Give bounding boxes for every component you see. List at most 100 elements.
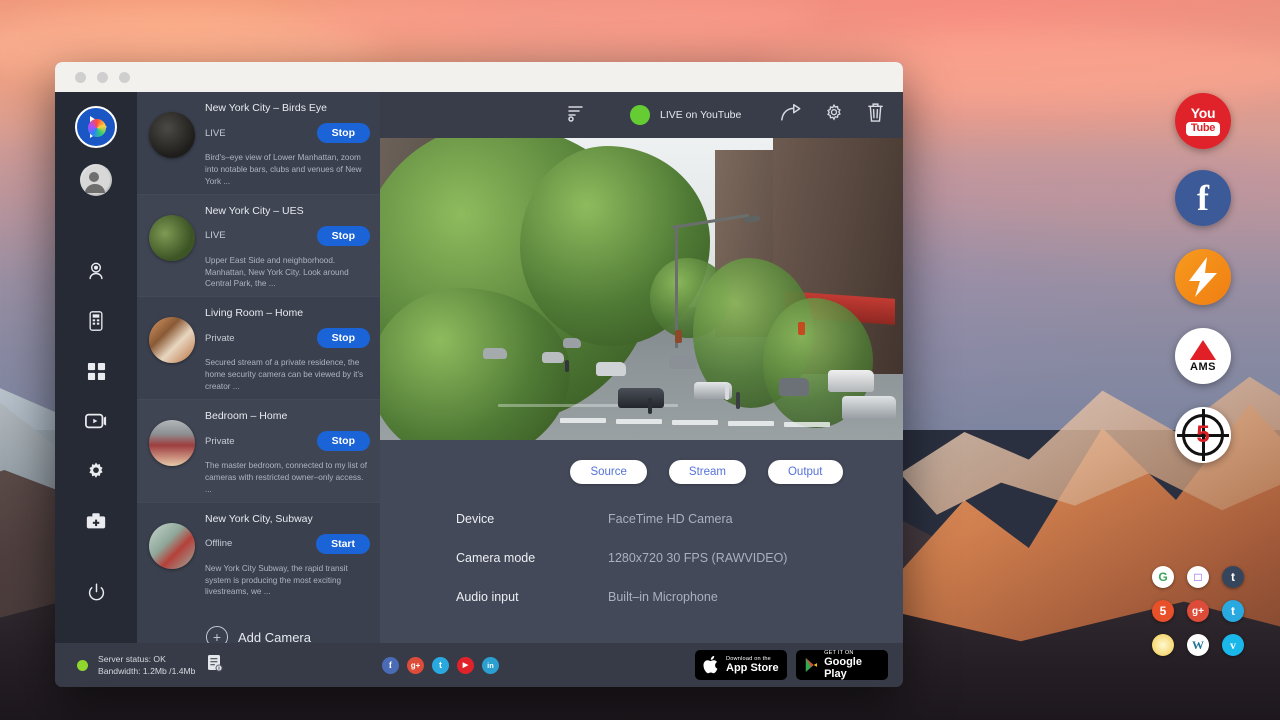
live-indicator-dot bbox=[630, 105, 650, 125]
mini-icon-twitch[interactable]: □ bbox=[1187, 566, 1209, 588]
info-row-audio-input: Audio input Built–in Microphone bbox=[456, 590, 903, 604]
sidebar-item-settings[interactable] bbox=[73, 448, 119, 494]
linkedin-icon[interactable]: in bbox=[482, 657, 499, 674]
youtube-icon[interactable]: ▶ bbox=[457, 657, 474, 674]
add-camera-button[interactable]: + Add Camera bbox=[137, 604, 380, 643]
mini-icon-g[interactable]: G bbox=[1152, 566, 1174, 588]
sidebar-item-player[interactable] bbox=[73, 398, 119, 444]
camera-description: The master bedroom, connected to my list… bbox=[205, 460, 370, 496]
sidebar-item-add-camera[interactable] bbox=[73, 498, 119, 544]
camera-status: Private bbox=[205, 333, 235, 344]
window-close-button[interactable] bbox=[75, 72, 86, 83]
camera-status: Private bbox=[205, 436, 235, 447]
info-row-camera-mode: Camera mode 1280x720 30 FPS (RAWVIDEO) bbox=[456, 551, 903, 565]
dock-icon-wirecast[interactable] bbox=[1175, 249, 1231, 305]
mini-icon-twitter[interactable]: t bbox=[1222, 600, 1244, 622]
tab-stream[interactable]: Stream bbox=[669, 460, 746, 484]
app-store-badge[interactable]: Download on the App Store bbox=[695, 650, 787, 680]
camera-list[interactable]: New York City – Birds Eye LIVE Stop Bird… bbox=[137, 92, 380, 643]
share-icon[interactable] bbox=[780, 103, 802, 127]
camera-title: New York City – UES bbox=[205, 205, 370, 217]
info-row-device: Device FaceTime HD Camera bbox=[456, 512, 903, 526]
camera-action-button[interactable]: Stop bbox=[317, 431, 370, 451]
user-avatar[interactable] bbox=[80, 164, 112, 196]
power-icon bbox=[87, 583, 106, 602]
list-item[interactable]: New York City, Subway Offline Start New … bbox=[137, 503, 380, 605]
camera-status: Offline bbox=[205, 538, 232, 549]
info-value[interactable]: Built–in Microphone bbox=[608, 590, 718, 604]
camera-description: Secured stream of a private residence, t… bbox=[205, 357, 370, 393]
google-plus-icon[interactable]: g+ bbox=[407, 657, 424, 674]
list-item[interactable]: Bedroom – Home Private Stop The master b… bbox=[137, 400, 380, 502]
sort-icon[interactable] bbox=[568, 104, 584, 127]
facebook-icon[interactable]: f bbox=[382, 657, 399, 674]
logo-swirl-icon bbox=[88, 119, 106, 137]
main-panel: LIVE on YouTube bbox=[380, 92, 903, 643]
camera-action-button[interactable]: Stop bbox=[317, 226, 370, 246]
camera-title: New York City, Subway bbox=[205, 513, 370, 525]
tab-output[interactable]: Output bbox=[768, 460, 843, 484]
preview-tabs: Source Stream Output bbox=[510, 440, 903, 484]
list-item[interactable]: New York City – UES LIVE Stop Upper East… bbox=[137, 195, 380, 297]
twitter-icon[interactable]: t bbox=[432, 657, 449, 674]
info-value[interactable]: 1280x720 30 FPS (RAWVIDEO) bbox=[608, 551, 787, 565]
video-preview[interactable] bbox=[380, 138, 903, 440]
mini-icon-wordpress[interactable]: W bbox=[1187, 634, 1209, 656]
five-label: 5 bbox=[1196, 421, 1209, 449]
camera-action-button[interactable]: Stop bbox=[317, 328, 370, 348]
user-avatar-icon bbox=[82, 166, 110, 194]
apple-icon bbox=[703, 655, 720, 675]
social-links: f g+ t ▶ in bbox=[382, 657, 499, 674]
sidebar-item-grid[interactable] bbox=[73, 348, 119, 394]
list-item[interactable]: Living Room – Home Private Stop Secured … bbox=[137, 297, 380, 399]
youtube-icon: You Tube bbox=[1175, 93, 1231, 149]
app-logo[interactable] bbox=[75, 106, 117, 148]
add-camera-label: Add Camera bbox=[238, 630, 311, 643]
target-icon: 5 bbox=[1175, 407, 1231, 463]
toolbar: LIVE on YouTube bbox=[380, 92, 903, 138]
window-minimize-button[interactable] bbox=[97, 72, 108, 83]
camera-thumbnail bbox=[149, 317, 195, 363]
dock-icon-target-five[interactable]: 5 bbox=[1175, 407, 1231, 463]
window-maximize-button[interactable] bbox=[119, 72, 130, 83]
info-label: Device bbox=[456, 512, 608, 526]
sidebar-item-device[interactable] bbox=[73, 298, 119, 344]
sidebar-item-power[interactable] bbox=[73, 569, 119, 615]
dock-icon-adobe-ams[interactable]: AMS bbox=[1175, 328, 1231, 384]
application-window: New York City – Birds Eye LIVE Stop Bird… bbox=[55, 62, 903, 687]
live-status: LIVE on YouTube bbox=[630, 105, 741, 125]
sidebar-item-camera[interactable] bbox=[73, 248, 119, 294]
info-label: Audio input bbox=[456, 590, 608, 604]
video-player-icon bbox=[85, 412, 107, 430]
trash-icon[interactable] bbox=[866, 102, 885, 128]
source-info-table: Device FaceTime HD Camera Camera mode 12… bbox=[380, 484, 903, 629]
add-camera-icon bbox=[85, 511, 107, 531]
live-status-label: LIVE on YouTube bbox=[660, 109, 741, 121]
camera-title: Living Room – Home bbox=[205, 307, 370, 319]
camera-action-button[interactable]: Stop bbox=[317, 123, 370, 143]
ams-label: AMS bbox=[1190, 361, 1216, 373]
mini-icon-vimeo[interactable]: v bbox=[1222, 634, 1244, 656]
gear-icon[interactable] bbox=[824, 103, 844, 128]
dock-icon-facebook[interactable]: f bbox=[1175, 170, 1231, 226]
google-play-badge[interactable]: GET IT ON Google Play bbox=[796, 650, 888, 680]
camera-description: Bird's–eye view of Lower Manhattan, zoom… bbox=[205, 152, 370, 188]
mini-icon-sun[interactable] bbox=[1152, 634, 1174, 656]
grid-icon bbox=[87, 362, 106, 381]
mini-icon-google-plus[interactable]: g+ bbox=[1187, 600, 1209, 622]
camera-thumbnail bbox=[149, 523, 195, 569]
adobe-icon: AMS bbox=[1175, 328, 1231, 384]
youtube-tube-text: Tube bbox=[1186, 122, 1220, 136]
camera-action-button[interactable]: Start bbox=[316, 534, 370, 554]
list-item[interactable]: New York City – Birds Eye LIVE Stop Bird… bbox=[137, 92, 380, 194]
document-icon[interactable] bbox=[207, 654, 223, 677]
tab-source[interactable]: Source bbox=[570, 460, 646, 484]
dock-icon-youtube[interactable]: You Tube bbox=[1175, 93, 1231, 149]
camera-description: New York City Subway, the rapid transit … bbox=[205, 563, 370, 599]
info-label: Camera mode bbox=[456, 551, 608, 565]
google-play-big-text: Google Play bbox=[824, 656, 880, 680]
mini-icon-tumblr[interactable]: t bbox=[1222, 566, 1244, 588]
mini-icon-five[interactable]: 5 bbox=[1152, 600, 1174, 622]
play-triangle-icon bbox=[804, 656, 818, 674]
info-value[interactable]: FaceTime HD Camera bbox=[608, 512, 733, 526]
